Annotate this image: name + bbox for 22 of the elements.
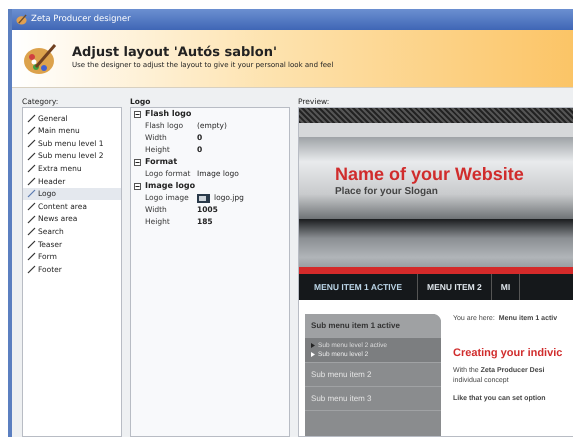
dialog-title: Adjust layout 'Autós sablon' <box>72 46 278 60</box>
collapse-icon <box>134 110 141 118</box>
palette-icon <box>16 14 27 25</box>
group-name: Flash logo <box>145 108 192 120</box>
group-name: Image logo <box>145 180 196 192</box>
property-group-header[interactable]: Flash logo <box>131 108 289 120</box>
window-title: Zeta Producer designer <box>31 13 131 26</box>
site-slogan: Place for your Slogan <box>335 184 439 199</box>
collapse-icon <box>134 182 141 190</box>
property-group-header[interactable]: Image logo <box>131 180 289 192</box>
group-name: Format <box>145 156 178 168</box>
submenu-item[interactable]: Sub menu item 1 active <box>305 314 441 338</box>
collapse-icon <box>134 158 141 166</box>
image-thumbnail-icon <box>197 194 210 202</box>
content-heading: Creating your indivic <box>453 346 562 360</box>
triangle-bullet-icon <box>311 343 315 348</box>
menu-item[interactable]: MENU ITEM 1 ACTIVE <box>299 274 418 300</box>
menu-item[interactable]: MI <box>492 274 520 300</box>
triangle-bullet-icon <box>311 352 315 357</box>
menu-item[interactable]: MENU ITEM 2 <box>418 274 492 300</box>
property-group-header[interactable]: Format <box>131 156 289 168</box>
site-name: Name of your Website <box>335 165 525 184</box>
